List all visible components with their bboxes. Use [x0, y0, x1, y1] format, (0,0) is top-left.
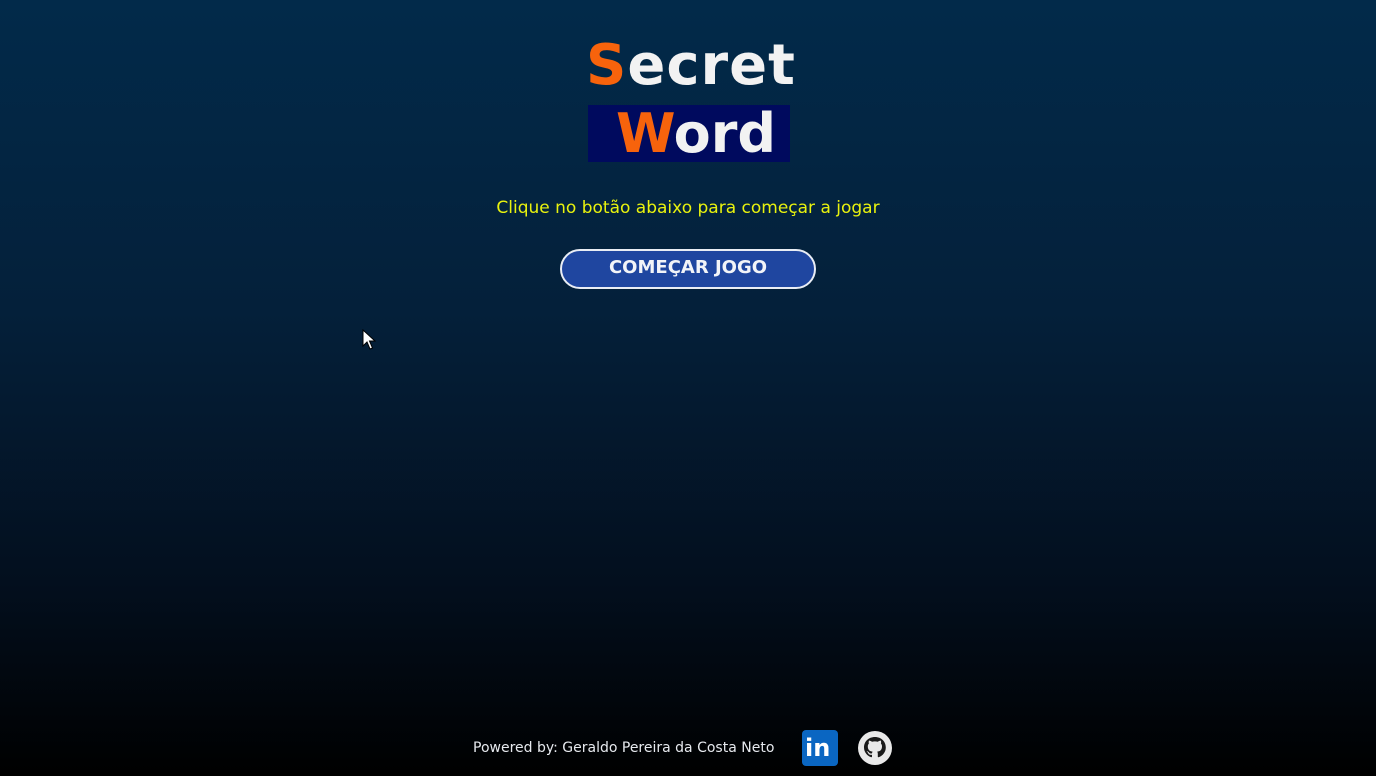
game-logo: Secret Word — [586, 28, 795, 164]
instruction-text: Clique no botão abaixo para começar a jo… — [496, 198, 880, 218]
linkedin-icon[interactable]: in — [802, 730, 838, 766]
start-game-button[interactable]: COMEÇAR JOGO — [560, 249, 816, 289]
logo-word-initial: W — [616, 102, 674, 165]
logo-secret: Secret — [586, 28, 796, 104]
footer: Powered by: Geraldo Pereira da Costa Net… — [0, 728, 1376, 768]
mouse-cursor-icon — [362, 328, 377, 355]
github-icon[interactable] — [857, 730, 893, 766]
logo-word: Word — [588, 105, 790, 162]
logo-word-rest: ord — [673, 102, 777, 165]
logo-secret-rest: ecret — [627, 33, 796, 98]
logo-secret-initial: S — [586, 33, 628, 98]
footer-credit: Powered by: Geraldo Pereira da Costa Net… — [473, 740, 775, 756]
